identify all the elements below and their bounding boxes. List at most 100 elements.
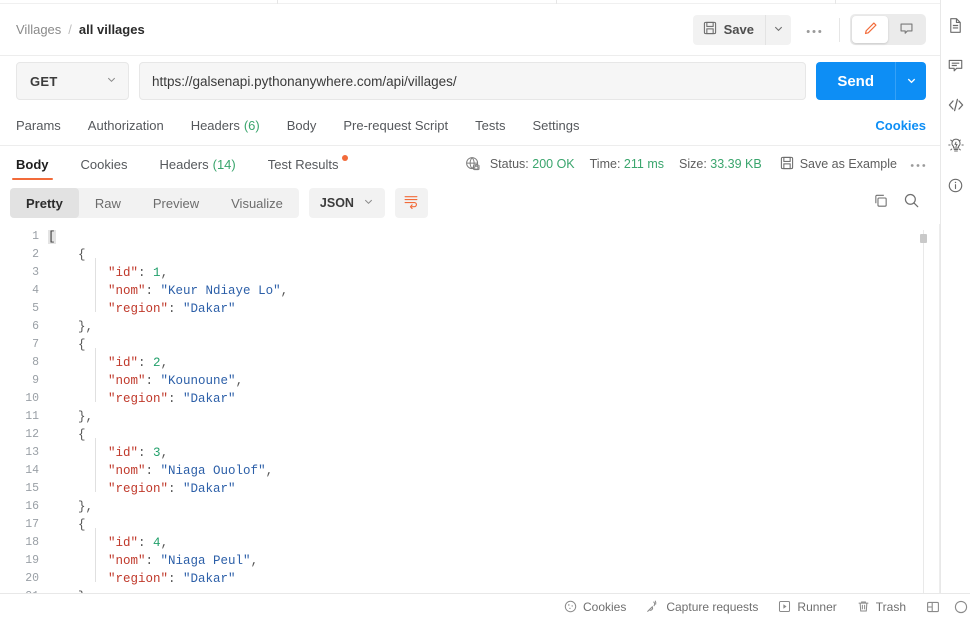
tab-label: Headers (159, 156, 209, 172)
help-icon[interactable] (954, 600, 968, 614)
cookie-icon (564, 600, 577, 613)
status-bar: Cookies Capture requests Runner Trash (0, 593, 970, 619)
search-button[interactable] (896, 188, 926, 218)
code-line[interactable]: { (48, 426, 940, 444)
code-token: , (265, 464, 274, 478)
info-icon[interactable] (945, 174, 967, 196)
size-value: 33.39 KB (710, 157, 762, 171)
tab-tests[interactable]: Tests (475, 106, 505, 146)
edit-mode-button[interactable] (852, 16, 888, 43)
response-tab-cookies[interactable]: Cookies (75, 146, 134, 182)
code-line[interactable]: [ (48, 228, 940, 246)
pencil-icon (863, 21, 878, 39)
globe-lock-icon[interactable] (465, 156, 481, 172)
line-number: 5 (32, 302, 39, 315)
header-more-button[interactable] (799, 15, 829, 45)
tab-authorization[interactable]: Authorization (88, 106, 164, 146)
code-line[interactable]: "nom": "Niaga Ouolof", (48, 462, 940, 480)
code-token: "id" (108, 266, 139, 280)
wrap-lines-button[interactable] (394, 188, 428, 218)
line-number: 3 (32, 266, 39, 279)
content-type-select[interactable]: JSON (308, 188, 385, 218)
save-as-example-label: Save as Example (799, 157, 897, 171)
satellite-icon (646, 600, 660, 613)
code-line[interactable]: "region": "Dakar" (48, 480, 940, 498)
code-line[interactable]: "nom": "Keur Ndiaye Lo", (48, 282, 940, 300)
status-cookies-button[interactable]: Cookies (564, 600, 626, 614)
body-scrollbar[interactable] (919, 230, 928, 619)
unread-dot-icon (341, 155, 348, 161)
code-token: 2 (153, 356, 161, 370)
send-button[interactable]: Send (816, 62, 895, 100)
code-icon[interactable] (945, 94, 967, 116)
response-tab-test-results[interactable]: Test Results (262, 146, 348, 182)
code-token: , (160, 356, 169, 370)
status-runner-button[interactable]: Runner (778, 600, 837, 614)
tab-params[interactable]: Params (16, 106, 61, 146)
code-line[interactable]: "id": 1, (48, 264, 940, 282)
code-line[interactable]: "id": 3, (48, 444, 940, 462)
request-cookies-link[interactable]: Cookies (875, 118, 926, 133)
comment-mode-button[interactable] (888, 16, 924, 43)
code-token: "Dakar" (183, 302, 236, 316)
code-token: "id" (108, 356, 139, 370)
line-number: 20 (25, 572, 39, 585)
line-number: 13 (25, 446, 39, 459)
tab-settings[interactable]: Settings (532, 106, 579, 146)
main-column: Villages / all villages Save GET https:/… (0, 0, 940, 619)
copy-button[interactable] (866, 188, 896, 218)
response-more-button[interactable] (910, 157, 926, 171)
url-input[interactable]: https://galsenapi.pythonanywhere.com/api… (139, 62, 807, 100)
breadcrumb-current[interactable]: all villages (79, 22, 145, 37)
format-pretty-button[interactable]: Pretty (10, 188, 79, 218)
code-line[interactable]: }, (48, 498, 940, 516)
response-body-viewer[interactable]: 123456789101112131415161718192021 [ { "i… (0, 224, 940, 619)
save-as-example-button[interactable]: Save as Example (780, 156, 897, 173)
comment-icon[interactable] (945, 54, 967, 76)
status-badge: Status: 200 OK (490, 157, 575, 171)
code-line[interactable]: "region": "Dakar" (48, 390, 940, 408)
http-method-select[interactable]: GET (16, 62, 129, 100)
code-line[interactable]: "id": 2, (48, 354, 940, 372)
format-raw-button[interactable]: Raw (79, 188, 137, 218)
status-capture-requests-button[interactable]: Capture requests (646, 600, 758, 614)
code-line[interactable]: "region": "Dakar" (48, 570, 940, 588)
response-tab-body[interactable]: Body (10, 146, 55, 182)
format-preview-button[interactable]: Preview (137, 188, 215, 218)
lightbulb-icon[interactable] (945, 134, 967, 156)
code-token: : (145, 554, 161, 568)
format-visualize-button[interactable]: Visualize (215, 188, 299, 218)
code-line[interactable]: "nom": "Niaga Peul", (48, 552, 940, 570)
code-token: { (48, 338, 86, 352)
code-token: : (138, 266, 154, 280)
code-line[interactable]: "id": 4, (48, 534, 940, 552)
code-line[interactable]: "region": "Dakar" (48, 300, 940, 318)
code-token: , (280, 284, 289, 298)
breadcrumb-root[interactable]: Villages (16, 22, 61, 37)
tab-strip (0, 0, 940, 4)
trash-icon (857, 600, 870, 613)
tab-headers[interactable]: Headers (6) (191, 106, 260, 146)
code-content[interactable]: [ { "id": 1, "nom": "Keur Ndiaye Lo", "r… (48, 224, 940, 619)
play-icon (778, 600, 791, 613)
layout-icon[interactable] (926, 600, 940, 614)
status-trash-button[interactable]: Trash (857, 600, 906, 614)
document-icon[interactable] (945, 14, 967, 36)
tab-body[interactable]: Body (287, 106, 317, 146)
scrollbar-thumb[interactable] (920, 234, 927, 243)
code-line[interactable]: { (48, 516, 940, 534)
code-line[interactable]: "nom": "Kounoune", (48, 372, 940, 390)
save-dropdown-button[interactable] (765, 14, 791, 45)
code-line[interactable]: }, (48, 318, 940, 336)
code-line[interactable]: { (48, 246, 940, 264)
format-segmented-control: Pretty Raw Preview Visualize (10, 188, 299, 218)
response-tab-headers[interactable]: Headers (14) (153, 146, 241, 182)
code-line[interactable]: { (48, 336, 940, 354)
status-label: Status: (489, 157, 529, 171)
send-dropdown-button[interactable] (895, 62, 926, 100)
tab-pre-request-script[interactable]: Pre-request Script (343, 106, 448, 146)
code-line[interactable]: }, (48, 408, 940, 426)
code-token: { (48, 248, 86, 262)
save-button[interactable]: Save (692, 14, 765, 45)
